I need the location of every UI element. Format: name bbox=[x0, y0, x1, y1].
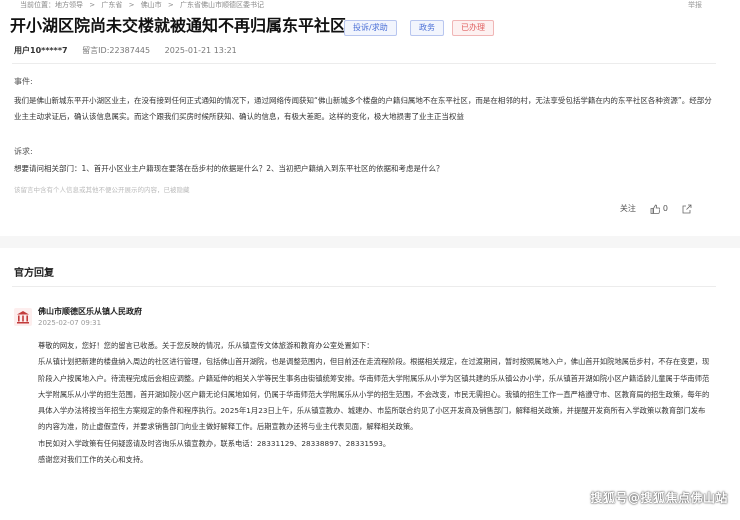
follow-button[interactable]: 关注 bbox=[620, 203, 636, 214]
share-button[interactable] bbox=[682, 204, 692, 214]
divider bbox=[12, 63, 716, 64]
breadcrumb-item-official[interactable]: 广东省佛山市顺德区委书记 bbox=[180, 1, 264, 9]
author-name: 用户10*****7 bbox=[14, 46, 68, 55]
breadcrumb: 当前位置：地方领导 > 广东省 > 佛山市 > 广东省佛山市顺德区委书记 bbox=[20, 0, 268, 12]
message-datetime: 2025-01-21 13:21 bbox=[164, 46, 237, 55]
field-tag: 政务 bbox=[410, 20, 444, 36]
section-gap bbox=[0, 236, 740, 248]
reply-body: 尊敬的网友，您好！您的留言已收悉。关于您反映的情况，乐从镇宣传文体旅游和教育办公… bbox=[38, 338, 710, 468]
like-button[interactable]: 0 bbox=[650, 204, 668, 214]
breadcrumb-separator: > bbox=[89, 1, 96, 9]
appeal-text: 想要请问相关部门：1、首开小区业主户籍现在要落在岳步村的依据是什么？2、当初把户… bbox=[14, 164, 444, 173]
message-actions: 关注 0 bbox=[620, 203, 692, 214]
breadcrumb-item-position[interactable]: 当前位置：地方领导 bbox=[20, 1, 83, 9]
hidden-content-notice: 该留言中含有个人信息或其他不便公开展示的内容，已被隐藏 bbox=[14, 186, 190, 194]
report-link[interactable]: 举报 bbox=[688, 0, 702, 10]
breadcrumb-item-city[interactable]: 佛山市 bbox=[141, 1, 162, 9]
message-meta: 用户10*****7 留言ID:22387445 2025-01-21 13:2… bbox=[14, 45, 249, 56]
reply-paragraph: 乐从镇计划把新建的楼盘纳入周边的社区进行管理，包括佛山首开湖院，也是调整范围内，… bbox=[38, 357, 710, 432]
reply-paragraph: 市民如对入学政策有任何疑惑请及时咨询乐从镇宣教办，联系电话：28331129、2… bbox=[38, 438, 391, 448]
message-id: 留言ID:22387445 bbox=[82, 46, 151, 55]
reply-paragraph: 尊敬的网友，您好！您的留言已收悉。关于您反映的情况，乐从镇宣传文体旅游和教育办公… bbox=[38, 341, 374, 350]
government-building-icon bbox=[14, 308, 32, 326]
reply-paragraph: 感谢您对我们工作的关心和支持。 bbox=[38, 455, 148, 465]
watermark: 搜狐号@搜狐焦点佛山站 bbox=[590, 491, 728, 505]
divider bbox=[12, 286, 716, 287]
official-reply-heading: 官方回复 bbox=[14, 268, 54, 279]
thumbs-up-icon bbox=[650, 204, 660, 214]
reply-org-name[interactable]: 佛山市顺德区乐从镇人民政府 bbox=[38, 306, 142, 317]
follow-label: 关注 bbox=[619, 204, 636, 213]
event-label: 事件: bbox=[14, 77, 33, 86]
page-title: 开小湖区院尚未交楼就被通知不再归属东平社区 bbox=[10, 16, 347, 35]
breadcrumb-separator: > bbox=[167, 1, 174, 9]
breadcrumb-item-province[interactable]: 广东省 bbox=[101, 1, 122, 9]
status-badge: 已办理 bbox=[452, 20, 494, 36]
event-text: 我们是佛山新城东平开小湖区业主，在没有接到任何正式通知的情况下，通过网络传闻获知… bbox=[14, 96, 712, 121]
type-tag: 投诉/求助 bbox=[344, 20, 397, 36]
like-count: 0 bbox=[662, 204, 668, 213]
appeal-label: 诉求: bbox=[14, 147, 33, 156]
share-icon bbox=[682, 204, 692, 213]
breadcrumb-separator: > bbox=[128, 1, 135, 9]
reply-datetime: 2025-02-07 09:31 bbox=[38, 319, 102, 327]
page: 当前位置：地方领导 > 广东省 > 佛山市 > 广东省佛山市顺德区委书记 举报 … bbox=[0, 0, 740, 520]
